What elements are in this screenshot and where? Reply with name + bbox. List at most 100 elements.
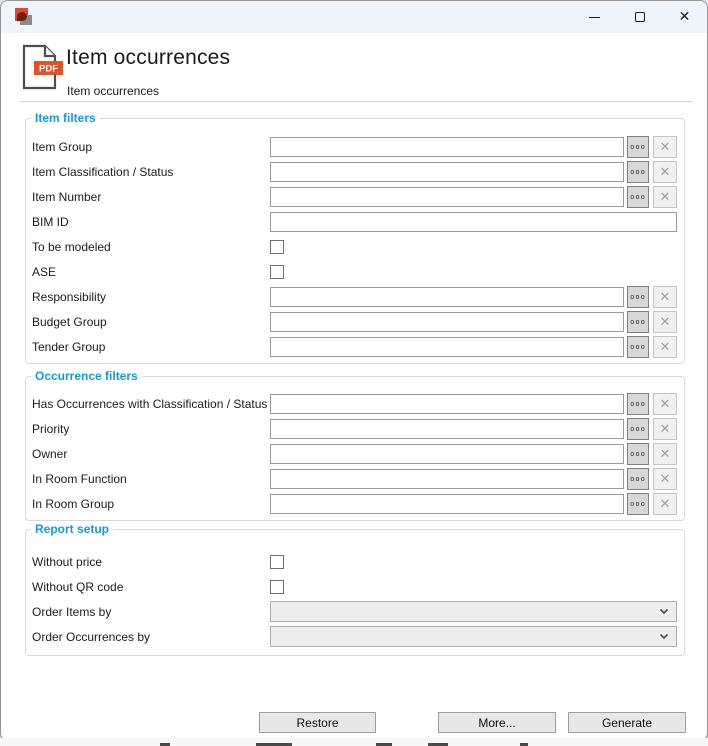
field-label: Item Group [32, 140, 270, 154]
in-room-group-clear-button[interactable]: ✕ [653, 493, 677, 515]
in-room-function-input[interactable] [270, 469, 624, 489]
clear-x-icon: ✕ [660, 447, 671, 460]
responsibility-clear-button[interactable]: ✕ [653, 286, 677, 308]
ase-checkbox[interactable] [270, 265, 284, 279]
field-label: Budget Group [32, 315, 270, 329]
group-item-filters: Item filters Item Group ooo ✕ Item Class… [25, 118, 685, 364]
pdf-badge-text: PDF [39, 64, 58, 75]
maximize-button[interactable] [617, 1, 662, 33]
form-row-to-be-modeled: To be modeled [26, 234, 684, 259]
ellipsis-icon: ooo [630, 450, 646, 458]
owner-lookup-button[interactable]: ooo [627, 443, 649, 465]
clear-x-icon: ✕ [660, 165, 671, 178]
field-label: To be modeled [32, 240, 270, 254]
clear-x-icon: ✕ [660, 397, 671, 410]
tender-group-clear-button[interactable]: ✕ [653, 336, 677, 358]
ellipsis-icon: ooo [630, 500, 646, 508]
form-row-in-room-group: In Room Group ooo ✕ [26, 491, 684, 516]
owner-input[interactable] [270, 444, 624, 464]
ellipsis-icon: ooo [630, 400, 646, 408]
form-row-without-qr-code: Without QR code [26, 574, 684, 599]
page-subtitle: Item occurrences [67, 84, 159, 98]
order-occurrences-by-select[interactable] [270, 626, 677, 647]
clear-x-icon: ✕ [660, 497, 671, 510]
tender-group-input[interactable] [270, 337, 624, 357]
clear-x-icon: ✕ [660, 140, 671, 153]
ellipsis-icon: ooo [630, 293, 646, 301]
field-label: Priority [32, 422, 270, 436]
item-group-lookup-button[interactable]: ooo [627, 136, 649, 158]
responsibility-lookup-button[interactable]: ooo [627, 286, 649, 308]
header-divider [19, 101, 692, 102]
to-be-modeled-checkbox[interactable] [270, 240, 284, 254]
priority-lookup-button[interactable]: ooo [627, 418, 649, 440]
form-row-order-items-by: Order Items by [26, 599, 684, 624]
field-label: In Room Group [32, 497, 270, 511]
restore-button[interactable]: Restore [259, 712, 376, 733]
priority-input[interactable] [270, 419, 624, 439]
has-occurrences-lookup-button[interactable]: ooo [627, 393, 649, 415]
form-row-order-occurrences-by: Order Occurrences by [26, 624, 684, 649]
more-button[interactable]: More... [438, 712, 556, 733]
minimize-button[interactable] [572, 1, 617, 33]
page-title: Item occurrences [66, 46, 230, 70]
item-number-lookup-button[interactable]: ooo [627, 186, 649, 208]
without-qr-code-checkbox[interactable] [270, 580, 284, 594]
bim-id-input[interactable] [270, 212, 677, 232]
priority-clear-button[interactable]: ✕ [653, 418, 677, 440]
app-logo-icon [14, 7, 34, 27]
maximize-icon [635, 12, 645, 22]
dialog-header: PDF Item occurrences Item occurrences [1, 33, 707, 102]
ellipsis-icon: ooo [630, 318, 646, 326]
item-group-clear-button[interactable]: ✕ [653, 136, 677, 158]
form-row-bim-id: BIM ID [26, 209, 684, 234]
budget-group-clear-button[interactable]: ✕ [653, 311, 677, 333]
chevron-down-icon [659, 608, 669, 615]
close-icon: ✕ [679, 9, 691, 25]
field-label: Item Number [32, 190, 270, 204]
title-bar: ✕ [1, 1, 707, 33]
in-room-function-lookup-button[interactable]: ooo [627, 468, 649, 490]
minimize-icon [589, 17, 600, 18]
has-occurrences-clear-button[interactable]: ✕ [653, 393, 677, 415]
field-label: Order Occurrences by [32, 630, 270, 644]
item-classification-lookup-button[interactable]: ooo [627, 161, 649, 183]
group-occurrence-filters: Occurrence filters Has Occurrences with … [25, 376, 685, 521]
item-classification-clear-button[interactable]: ✕ [653, 161, 677, 183]
field-label: In Room Function [32, 472, 270, 486]
generate-button[interactable]: Generate [568, 712, 686, 733]
without-price-checkbox[interactable] [270, 555, 284, 569]
item-group-input[interactable] [270, 137, 624, 157]
has-occurrences-classification-input[interactable] [270, 394, 624, 414]
form-row-item-classification: Item Classification / Status ooo ✕ [26, 159, 684, 184]
owner-clear-button[interactable]: ✕ [653, 443, 677, 465]
field-label: Tender Group [32, 340, 270, 354]
order-items-by-select[interactable] [270, 601, 677, 622]
in-room-group-input[interactable] [270, 494, 624, 514]
pdf-document-icon: PDF [22, 44, 64, 90]
item-number-input[interactable] [270, 187, 624, 207]
form-row-ase: ASE [26, 259, 684, 284]
close-button[interactable]: ✕ [662, 1, 707, 33]
responsibility-input[interactable] [270, 287, 624, 307]
form-row-tender-group: Tender Group ooo ✕ [26, 334, 684, 359]
ellipsis-icon: ooo [630, 425, 646, 433]
budget-group-lookup-button[interactable]: ooo [627, 311, 649, 333]
chevron-down-icon [659, 633, 669, 640]
group-title: Item filters [31, 111, 100, 125]
item-number-clear-button[interactable]: ✕ [653, 186, 677, 208]
form-row-priority: Priority ooo ✕ [26, 416, 684, 441]
ellipsis-icon: ooo [630, 343, 646, 351]
form-row-item-number: Item Number ooo ✕ [26, 184, 684, 209]
ellipsis-icon: ooo [630, 193, 646, 201]
clear-x-icon: ✕ [660, 190, 671, 203]
in-room-function-clear-button[interactable]: ✕ [653, 468, 677, 490]
clear-x-icon: ✕ [660, 422, 671, 435]
item-classification-input[interactable] [270, 162, 624, 182]
ellipsis-icon: ooo [630, 475, 646, 483]
tender-group-lookup-button[interactable]: ooo [627, 336, 649, 358]
field-label: Has Occurrences with Classification / St… [32, 397, 270, 411]
in-room-group-lookup-button[interactable]: ooo [627, 493, 649, 515]
budget-group-input[interactable] [270, 312, 624, 332]
ellipsis-icon: ooo [630, 143, 646, 151]
